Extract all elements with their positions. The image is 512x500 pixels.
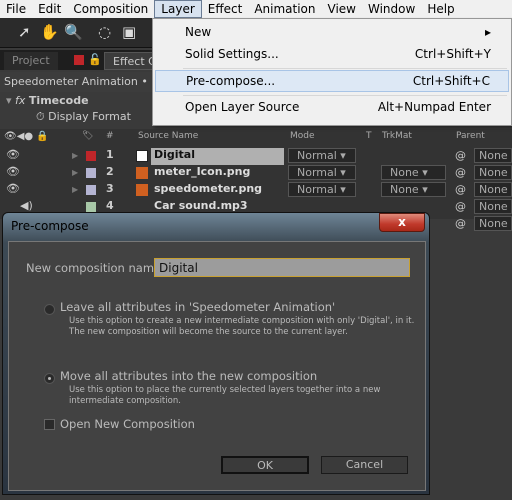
property-name: Display Format — [48, 110, 131, 123]
pickwhip-icon[interactable]: @ — [455, 200, 466, 213]
solid-icon — [136, 150, 148, 162]
trkmat-dropdown[interactable]: None ▾ — [381, 165, 446, 180]
label-color[interactable] — [86, 168, 96, 178]
layer-row[interactable]: 👁 ▶ 3 speedometer.png Normal ▾ None ▾ @ … — [0, 182, 512, 199]
parent-dropdown[interactable]: None — [474, 199, 512, 214]
parent-dropdown[interactable]: None — [474, 216, 512, 231]
layer-name[interactable]: meter_Icon.png — [154, 165, 250, 178]
expand-arrow-icon[interactable]: ▶ — [72, 185, 78, 194]
camera-tool-icon[interactable]: ▣ — [122, 23, 136, 41]
layer-number: 4 — [106, 199, 114, 212]
av-switches-icon: 👁◀● 🔒 — [4, 131, 49, 142]
layer-menu: New ▸ Solid Settings... Ctrl+Shift+Y Pre-c… — [152, 18, 512, 126]
pickwhip-icon[interactable]: @ — [455, 166, 466, 179]
layer-row[interactable]: 👁 ▶ 1 Digital Normal ▾ @ None — [0, 148, 512, 165]
mode-dropdown[interactable]: Normal ▾ — [288, 148, 356, 163]
layer-color-icon — [74, 55, 84, 65]
breadcrumb: Speedometer Animation • Di — [0, 72, 160, 92]
menu-composition[interactable]: Composition — [67, 0, 154, 18]
header-trkmat: TrkMat — [382, 131, 412, 141]
pre-compose-dialog: Pre-compose x New composition name: Leav… — [2, 212, 430, 495]
layer-number: 3 — [106, 182, 114, 195]
mode-dropdown[interactable]: Normal ▾ — [288, 165, 356, 180]
tab-project[interactable]: Project — [4, 52, 58, 70]
menu-help[interactable]: Help — [421, 0, 460, 18]
dialog-title: Pre-compose — [11, 219, 89, 233]
leave-attributes-radio[interactable] — [44, 304, 55, 315]
expand-arrow-icon[interactable]: ▶ — [72, 168, 78, 177]
composition-name-input[interactable] — [154, 258, 410, 277]
fx-icon[interactable]: fx — [15, 94, 25, 107]
header-mode: Mode — [290, 131, 315, 141]
cancel-button[interactable]: Cancel — [321, 456, 408, 474]
menu-window[interactable]: Window — [362, 0, 421, 18]
dialog-body: New composition name: Leave all attribut… — [8, 241, 426, 491]
layer-name[interactable]: Car sound.mp3 — [154, 199, 248, 212]
menu-view[interactable]: View — [322, 0, 362, 18]
expand-arrow-icon[interactable]: ▶ — [72, 151, 78, 160]
header-parent: Parent — [456, 131, 485, 141]
menu-item-pre-compose[interactable]: Pre-compose... Ctrl+Shift+C — [155, 70, 509, 92]
layer-number: 1 — [106, 148, 114, 161]
parent-dropdown[interactable]: None — [474, 182, 512, 197]
move-attributes-label[interactable]: Move all attributes into the new composi… — [60, 369, 317, 383]
header-num: # — [106, 131, 114, 141]
rotate-tool-icon[interactable]: ◌ — [98, 23, 111, 41]
label-color[interactable] — [86, 185, 96, 195]
option1-description: Use this option to create a new intermed… — [69, 316, 415, 326]
mode-dropdown[interactable]: Normal ▾ — [288, 182, 356, 197]
menu-item-open-layer-source[interactable]: Open Layer Source Alt+Numpad Enter — [155, 96, 509, 118]
menu-file[interactable]: File — [0, 0, 32, 18]
menu-animation[interactable]: Animation — [248, 0, 321, 18]
header-source-name[interactable]: Source Name — [138, 131, 198, 141]
parent-dropdown[interactable]: None — [474, 148, 512, 163]
menu-item-new[interactable]: New ▸ — [155, 21, 509, 43]
menu-edit[interactable]: Edit — [32, 0, 67, 18]
open-new-composition-label[interactable]: Open New Composition — [60, 417, 195, 431]
menu-item-solid-settings[interactable]: Solid Settings... Ctrl+Shift+Y — [155, 43, 509, 65]
option1-description: The new composition will become the sour… — [69, 327, 348, 337]
parent-dropdown[interactable]: None — [474, 165, 512, 180]
submenu-arrow-icon: ▸ — [484, 25, 491, 39]
eye-icon[interactable]: 👁 — [6, 182, 20, 195]
layer-number: 2 — [106, 165, 114, 178]
menu-effect[interactable]: Effect — [202, 0, 249, 18]
hand-tool-icon[interactable]: ✋ — [40, 23, 59, 41]
option2-description: Use this option to place the currently s… — [69, 385, 381, 395]
eye-icon[interactable]: 👁 — [6, 148, 20, 161]
label-icon: 🏷 — [82, 131, 94, 141]
label-color[interactable] — [86, 151, 96, 161]
zoom-tool-icon[interactable]: 🔍 — [64, 23, 83, 41]
pickwhip-icon[interactable]: @ — [455, 183, 466, 196]
stopwatch-icon[interactable]: ⏱ — [36, 110, 45, 123]
effect-name: Timecode — [28, 94, 89, 107]
image-file-icon — [136, 184, 148, 196]
close-button[interactable]: x — [379, 213, 425, 232]
layer-name[interactable]: speedometer.png — [154, 182, 262, 195]
header-t: T — [366, 131, 372, 141]
eye-icon[interactable]: 👁 — [6, 165, 20, 178]
label-color[interactable] — [86, 202, 96, 212]
open-new-composition-checkbox[interactable] — [44, 419, 55, 430]
menu-separator — [183, 68, 507, 69]
option2-description: intermediate composition. — [69, 396, 181, 406]
pickwhip-icon[interactable]: @ — [455, 149, 466, 162]
effect-row[interactable]: ▾ fx Timecode — [6, 94, 89, 107]
lock-icon[interactable]: 🔓 — [88, 53, 102, 66]
layer-name[interactable]: Digital — [154, 148, 195, 161]
leave-attributes-label[interactable]: Leave all attributes in 'Speedometer Ani… — [60, 300, 335, 314]
name-label: New composition name: — [26, 261, 165, 275]
speaker-icon[interactable]: ◀) — [20, 199, 33, 212]
ok-button[interactable]: OK — [221, 456, 309, 474]
property-row[interactable]: ⏱ Display Format — [36, 110, 131, 124]
selection-tool-icon[interactable]: ➚ — [18, 23, 31, 41]
timeline-panel: 👁◀● 🔒 🏷 # Source Name Mode T TrkMat Pare… — [0, 129, 512, 231]
menu-bar: File Edit Composition Layer Effect Anima… — [0, 0, 512, 18]
image-file-icon — [136, 167, 148, 179]
layer-row[interactable]: 👁 ▶ 2 meter_Icon.png Normal ▾ None ▾ @ N… — [0, 165, 512, 182]
trkmat-dropdown[interactable]: None ▾ — [381, 182, 446, 197]
move-attributes-radio[interactable] — [44, 373, 55, 384]
menu-layer[interactable]: Layer — [154, 0, 202, 18]
pickwhip-icon[interactable]: @ — [455, 217, 466, 230]
